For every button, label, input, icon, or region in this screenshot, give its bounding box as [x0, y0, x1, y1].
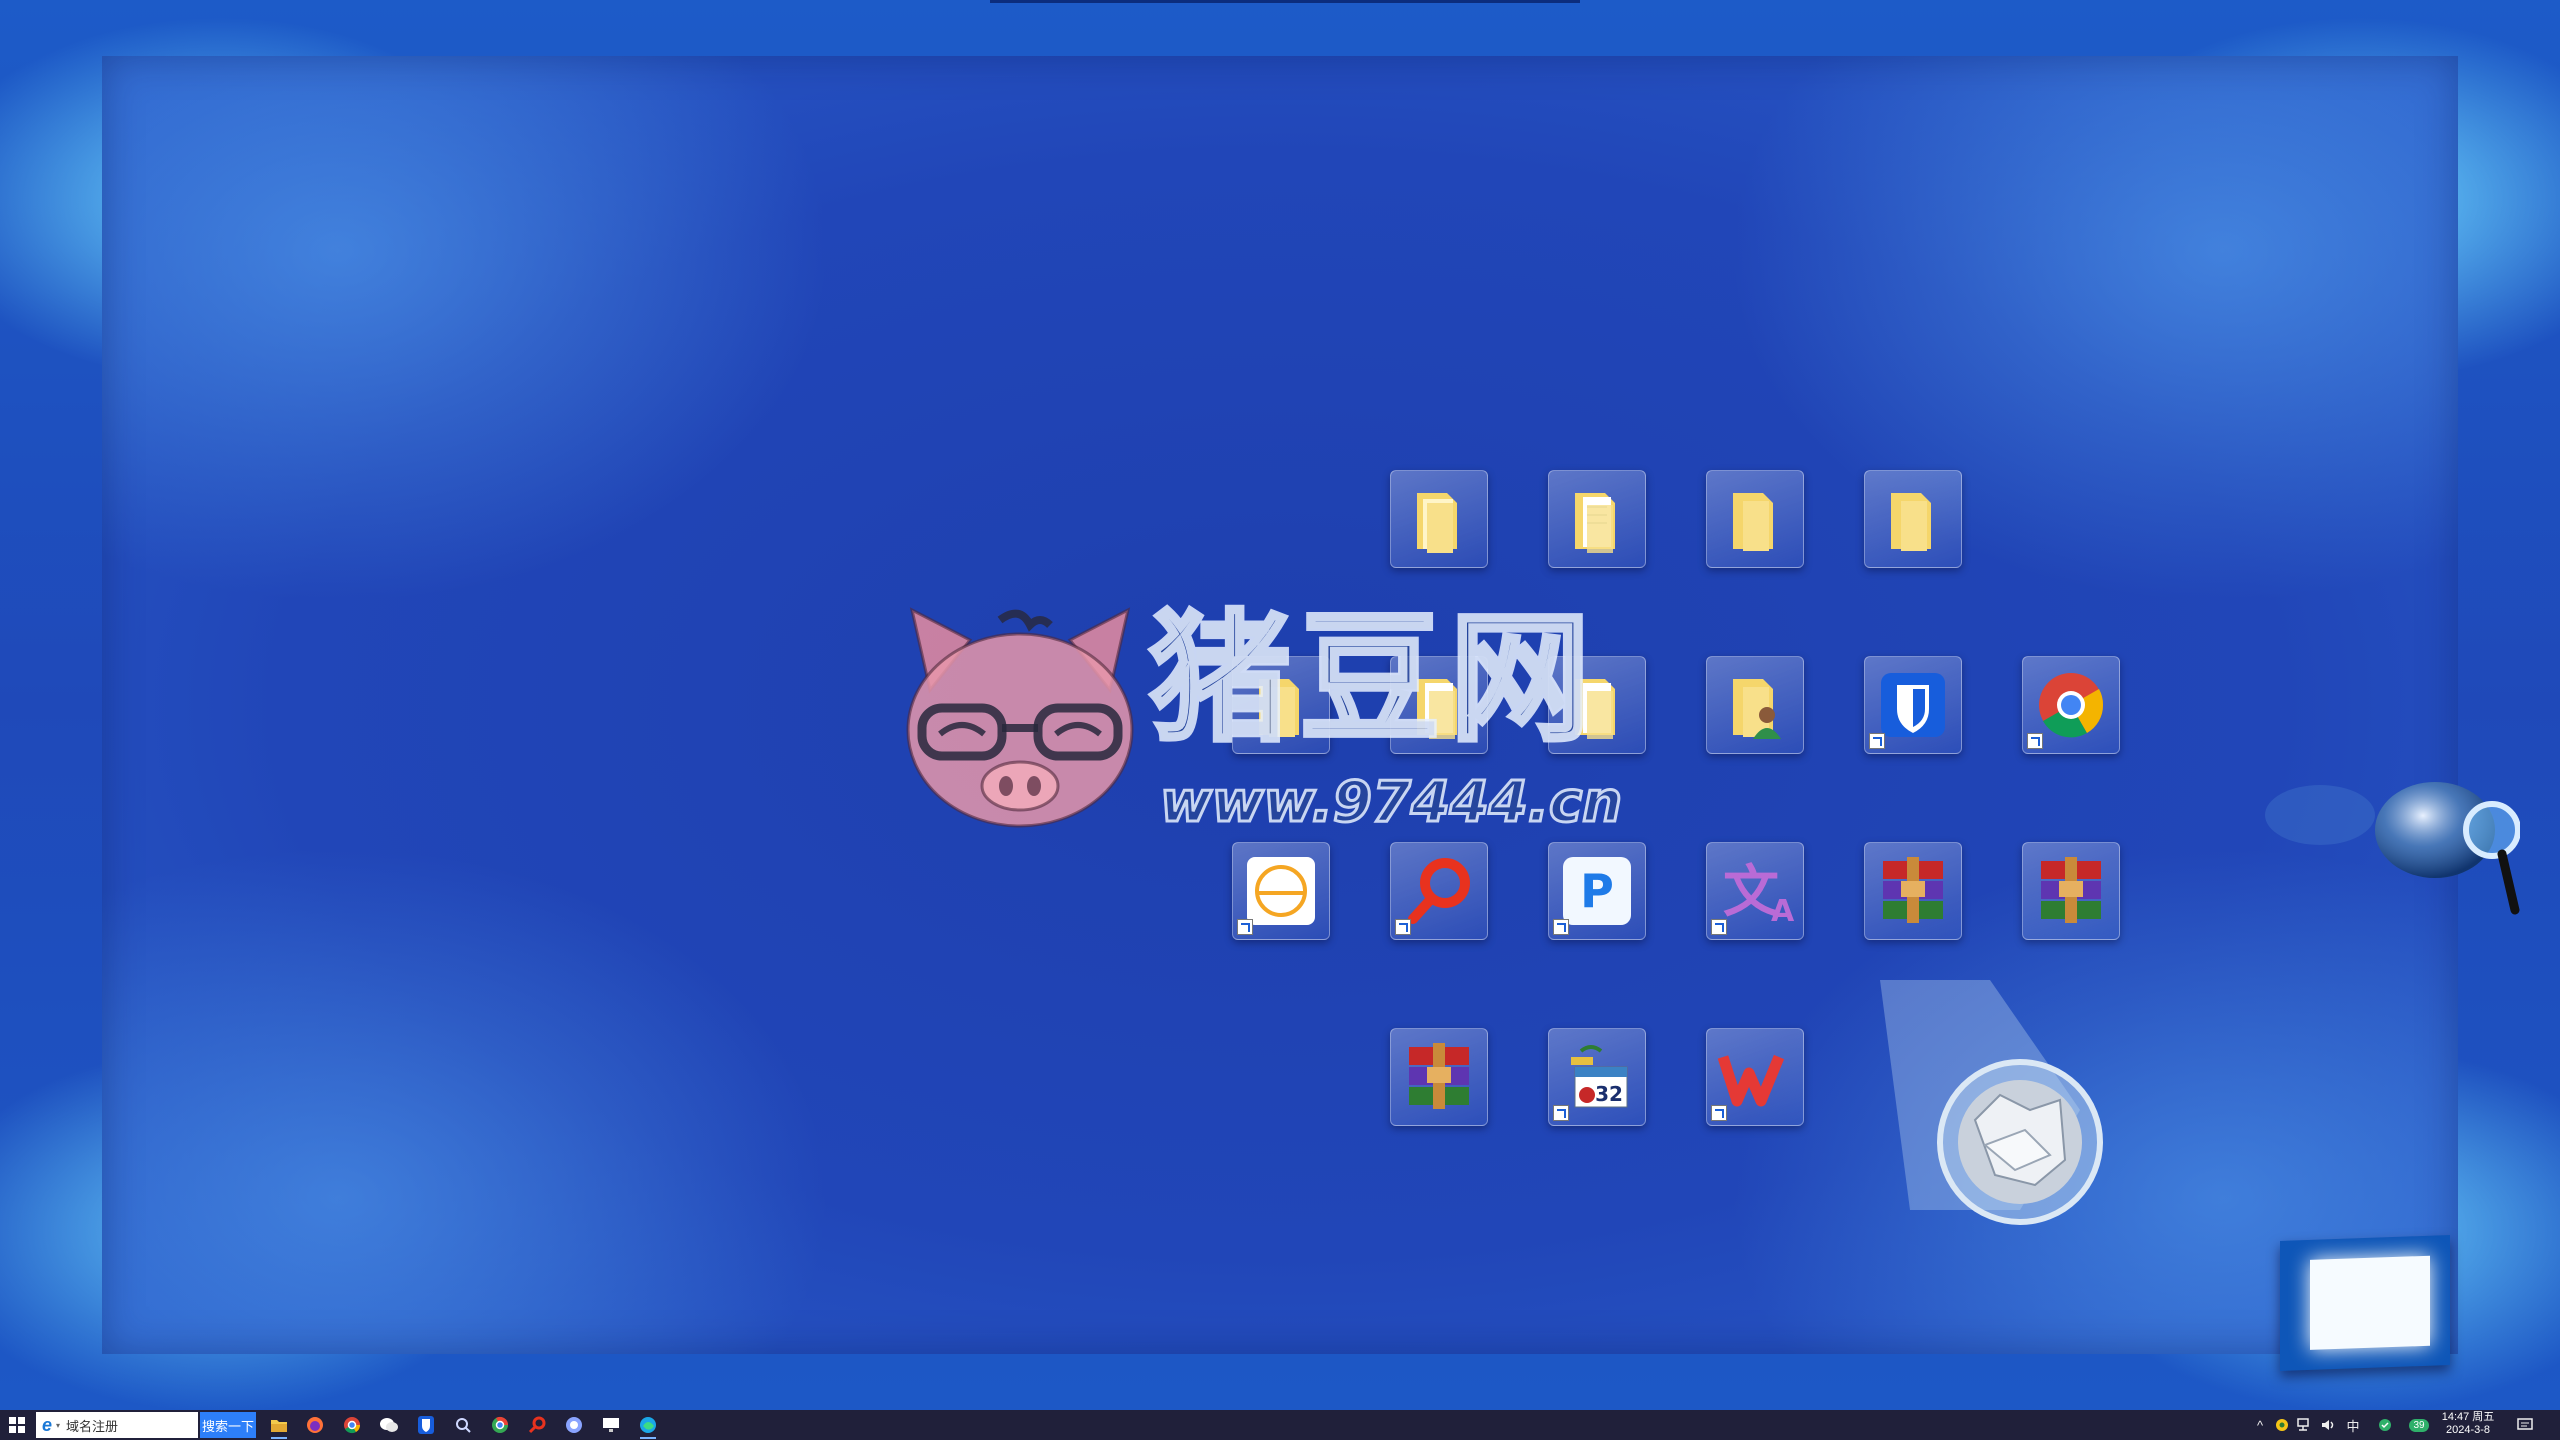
p-app-icon[interactable]: P	[1548, 842, 1646, 940]
globe-magnifier-icon[interactable]	[2240, 770, 2520, 930]
folder-icon[interactable]	[1864, 470, 1962, 568]
tray-green-icon[interactable]	[2374, 1410, 2396, 1440]
user-folder-icon[interactable]	[1706, 656, 1804, 754]
document-folder-icon[interactable]	[1390, 656, 1488, 754]
winrar-icon[interactable]	[2022, 842, 2120, 940]
badge-counter-value: 39	[2409, 1418, 2429, 1432]
search-icon[interactable]	[448, 1413, 478, 1437]
winrar-icon[interactable]	[1390, 1028, 1488, 1126]
folder-icon[interactable]	[1390, 470, 1488, 568]
search-input[interactable]: e ▾ 域名注册	[36, 1412, 198, 1438]
wallpaper-edge	[990, 0, 1580, 3]
search-dropdown-icon[interactable]: ▾	[56, 1421, 60, 1430]
windows-logo-icon	[9, 1417, 25, 1433]
start-button[interactable]	[0, 1410, 34, 1440]
clock[interactable]: 14:47 周五 2024-3-8	[2436, 1411, 2500, 1439]
recycle-bin-icon[interactable]	[1760, 960, 2110, 1230]
calendar-icon[interactable]: 32	[1548, 1028, 1646, 1126]
taskbar: e ▾ 域名注册 搜索一下 ^ 中 39 14:47 周五 2024-3-8	[0, 1410, 2560, 1440]
clock-date: 2024-3-8	[2445, 1424, 2491, 1436]
edge-icon[interactable]	[633, 1413, 663, 1439]
search-button[interactable]: 搜索一下	[200, 1412, 256, 1438]
document-folder-icon[interactable]	[1548, 470, 1646, 568]
network-icon[interactable]	[2294, 1410, 2316, 1440]
tray-app-icon[interactable]	[2272, 1410, 2292, 1440]
winrar-icon[interactable]	[1864, 842, 1962, 940]
chrome-alt-icon[interactable]	[485, 1413, 515, 1437]
ime-indicator[interactable]: 中	[2342, 1410, 2364, 1440]
document-folder-icon[interactable]	[1548, 656, 1646, 754]
bitwarden-icon[interactable]	[411, 1413, 441, 1437]
svg-text:A: A	[1771, 894, 1795, 929]
folder-icon[interactable]	[1706, 470, 1804, 568]
file-explorer-icon[interactable]	[264, 1413, 294, 1439]
folder-icon[interactable]	[1232, 656, 1330, 754]
wechat-icon[interactable]	[374, 1413, 404, 1437]
browser-icon[interactable]	[559, 1413, 589, 1437]
translate-icon[interactable]: 文A	[1706, 842, 1804, 940]
search-app-icon[interactable]	[522, 1413, 552, 1437]
ie-icon: e	[42, 1414, 53, 1435]
firefox-icon[interactable]	[300, 1413, 330, 1437]
search-app-icon[interactable]	[1390, 842, 1488, 940]
wps-office-icon[interactable]	[1706, 1028, 1804, 1126]
chrome-icon[interactable]	[2022, 656, 2120, 754]
box-icon[interactable]	[2280, 1235, 2450, 1371]
svg-text:32: 32	[1595, 1082, 1623, 1106]
chrome-icon[interactable]	[337, 1413, 367, 1437]
badge-counter[interactable]: 39	[2406, 1410, 2432, 1440]
svg-text:P: P	[1580, 864, 1614, 918]
notification-icon[interactable]	[2510, 1410, 2540, 1440]
circle-app-icon[interactable]	[1232, 842, 1330, 940]
bitwarden-icon[interactable]	[1864, 656, 1962, 754]
desktop-wallpaper: P 文A 32 猪豆网 www.97444.cn	[0, 0, 2560, 1410]
volume-icon[interactable]	[2318, 1410, 2340, 1440]
monitor-icon[interactable]	[596, 1413, 626, 1437]
clock-time: 14:47 周五	[2441, 1411, 2495, 1423]
search-placeholder: 域名注册	[66, 1418, 119, 1434]
tray-overflow-icon[interactable]: ^	[2250, 1410, 2270, 1440]
